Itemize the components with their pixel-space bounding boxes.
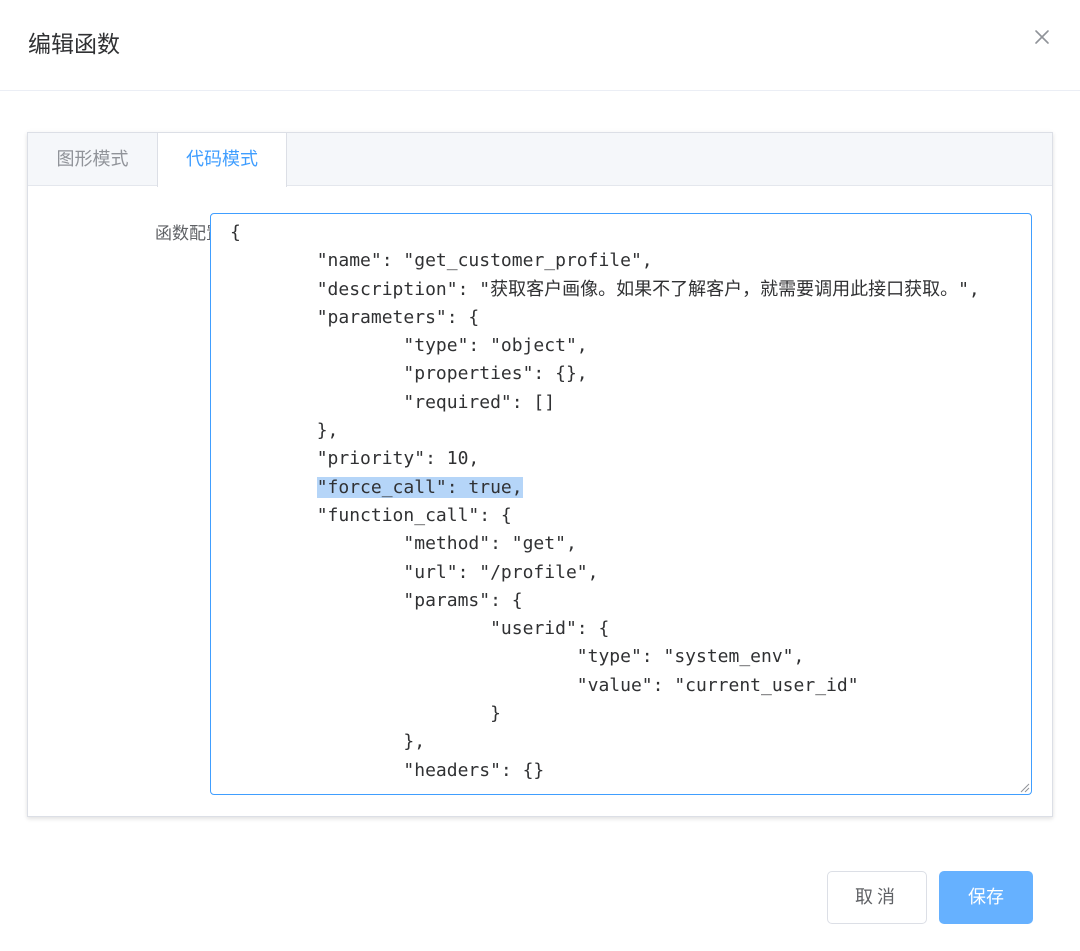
resize-handle-icon[interactable] [1018,781,1030,793]
dialog-header: 编辑函数 [0,0,1080,91]
save-button[interactable]: 保存 [939,871,1033,924]
dialog-title: 编辑函数 [28,32,120,58]
tab-graphic-mode[interactable]: 图形模式 [28,133,157,186]
code-content: { "name": "get_customer_profile", "descr… [230,219,990,785]
tab-code-mode[interactable]: 代码模式 [157,133,287,187]
function-config-textarea[interactable]: { "name": "get_customer_profile", "descr… [210,213,1032,795]
function-config-label: 函数配置 [155,224,223,244]
code-after-highlight: "function_call": { "method": "get", "url… [316,504,859,781]
edit-function-dialog: 编辑函数 图形模式 代码模式 函数配置 { "name": "get_custo… [0,0,1080,951]
cancel-button[interactable]: 取消 [827,871,927,924]
tabs-header: 图形模式 代码模式 [28,133,1052,187]
code-before-highlight: { "name": "get_customer_profile", "descr… [230,222,980,470]
tabs-card: 图形模式 代码模式 函数配置 { "name": "get_customer_p… [27,132,1053,817]
code-selection-highlight: "force_call": true, [316,476,523,498]
close-icon [1035,30,1049,44]
close-button[interactable] [1030,25,1054,49]
